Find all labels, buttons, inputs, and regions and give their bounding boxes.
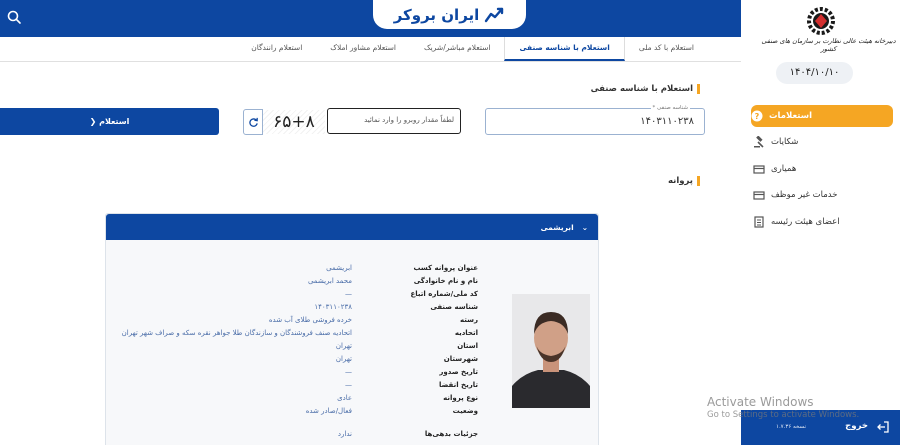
captcha-image: ۶۵+۸ [263, 110, 325, 134]
activation-watermark: Activate Windows Go to Settings to activ… [707, 395, 859, 420]
date-badge: ۱۴۰۴/۱۰/۱۰ [776, 62, 853, 84]
captcha-input[interactable]: لطفاً مقدار روبرو را وارد نمائید [327, 108, 461, 134]
field-label: نوع پروانه [443, 394, 478, 402]
captcha-refresh-button[interactable] [243, 109, 263, 135]
top-bar: ایران بروکر [0, 0, 741, 37]
refresh-icon [248, 117, 258, 127]
sidebar-item-label: اعضای هیئت رئیسه [771, 217, 840, 227]
tabs-divider [0, 61, 741, 62]
field-value: محمد ابریشمی [307, 277, 352, 285]
right-sidebar: دبیرخانه هیئت عالی نظارت بر سازمان های ص… [741, 0, 900, 445]
field-label: تاریخ صدور [439, 368, 478, 376]
card-icon [753, 191, 765, 200]
field-label: عنوان پروانه کسب [413, 264, 479, 272]
field-label: کد ملی/شماره اتباع [410, 290, 478, 298]
tab-partner[interactable]: استعلام مباشر/شریک [410, 37, 505, 61]
chevron-left-icon: ❮ [89, 117, 97, 126]
watermark-title: Activate Windows [707, 395, 814, 409]
sidebar-item-board-members[interactable]: اعضای هیئت رئیسه [753, 211, 893, 233]
field-label: استان [457, 342, 478, 350]
field-label: شناسه صنفی [430, 303, 478, 311]
field-value: عادی [337, 394, 352, 402]
sidebar-item-label: شکایات [771, 137, 799, 147]
sidebar-item-inquiries[interactable]: ? استعلامات [751, 105, 893, 127]
section-marker [697, 176, 700, 186]
license-card-title: ابریشمی [540, 222, 574, 232]
tab-national-code[interactable]: استعلام با کد ملی [625, 37, 708, 61]
field-value: تهران [335, 355, 352, 363]
inquiry-button-label: استعلام [99, 117, 130, 126]
tab-guild-id[interactable]: استعلام با شناسه صنفی [504, 37, 625, 61]
version-label: نسخه ۱.۷.۳۶ [775, 424, 806, 430]
field-value: اتحادیه صنف فروشندگان و سازندگان طلا جوا… [121, 329, 352, 337]
field-value: فعال/صادر شده [305, 407, 352, 415]
license-section-label: پروانه [667, 176, 693, 186]
inquiry-tabs: استعلام با کد ملی استعلام با شناسه صنفی … [251, 37, 708, 61]
sidebar-item-label: خدمات غیر موظف [771, 190, 838, 200]
field-label: وضعیت [452, 407, 478, 415]
field-value: تهران [335, 342, 352, 350]
field-value: ۱۴۰۳۱۱۰۲۳۸ [314, 303, 352, 311]
form-section-label: استعلام با شناسه صنفی [590, 84, 693, 94]
svg-text:?: ? [755, 112, 760, 121]
gavel-icon [754, 136, 764, 148]
field-label: رسته [459, 316, 478, 324]
field-label: نام و نام خانوادگی [413, 277, 478, 285]
gear-emblem-icon [807, 7, 835, 35]
debt-label: جزئیات بدهی‌ها [424, 430, 478, 438]
field-label: شهرستان [443, 355, 478, 363]
license-values: ابریشمی محمد ابریشمی — ۱۴۰۳۱۱۰۲۳۸ خرده ف… [114, 264, 352, 443]
sidebar-item-label: استعلامات [769, 111, 812, 121]
sidebar-item-label: همیاری [771, 164, 797, 174]
field-label: اتحادیه [454, 329, 478, 337]
guild-id-field[interactable]: شناسه صنفی * ۱۴۰۳۱۱۰۲۳۸ [485, 105, 705, 135]
search-icon[interactable] [6, 9, 22, 25]
field-value: ابریشمی [326, 264, 352, 272]
building-icon [754, 216, 764, 228]
tab-drivers[interactable]: استعلام رانندگان [237, 37, 316, 61]
debt-value: ندارد [337, 430, 352, 438]
inquiry-button[interactable]: استعلام ❮ [0, 108, 219, 135]
profile-photo [512, 294, 590, 408]
form-section-title: استعلام با شناسه صنفی [591, 84, 700, 94]
logout-label: خروج [845, 421, 868, 431]
license-card-header[interactable]: ابریشمی ⌄ [106, 214, 598, 240]
org-name: دبیرخانه هیئت عالی نظارت بر سازمان های ص… [761, 37, 896, 53]
license-labels: عنوان پروانه کسب نام و نام خانوادگی کد م… [406, 264, 478, 443]
card-icon [753, 165, 765, 174]
sidebar-item-cooperation[interactable]: همیاری [753, 158, 893, 180]
brand-logo[interactable]: ایران بروکر [373, 0, 526, 29]
field-label: تاریخ انقضا [439, 381, 478, 389]
field-value: — [345, 381, 352, 389]
license-card: ابریشمی ⌄ عنوان پروانه کسب نام و نام خان… [105, 213, 599, 445]
guild-id-value: ۱۴۰۳۱۱۰۲۳۸ [640, 116, 694, 127]
field-value: خرده فروشی طلای آب شده [268, 316, 352, 324]
logo-text: ایران بروکر [393, 5, 480, 24]
logout-icon [877, 421, 889, 433]
field-value: — [345, 368, 352, 376]
watermark-subtitle: Go to Settings to activate Windows. [707, 410, 860, 420]
guild-id-label: شناسه صنفی * [650, 105, 690, 111]
chart-trend-icon [485, 7, 504, 22]
sidebar-item-complaints[interactable]: شکایات [753, 131, 893, 153]
section-marker [697, 84, 700, 94]
license-section-title: پروانه [668, 176, 700, 186]
tab-real-estate[interactable]: استعلام مشاور املاک [316, 37, 410, 61]
chevron-down-icon: ⌄ [581, 222, 588, 232]
sidebar-item-optional-services[interactable]: خدمات غیر موظف [753, 184, 893, 206]
question-icon: ? [751, 110, 763, 122]
field-value: — [345, 290, 352, 298]
